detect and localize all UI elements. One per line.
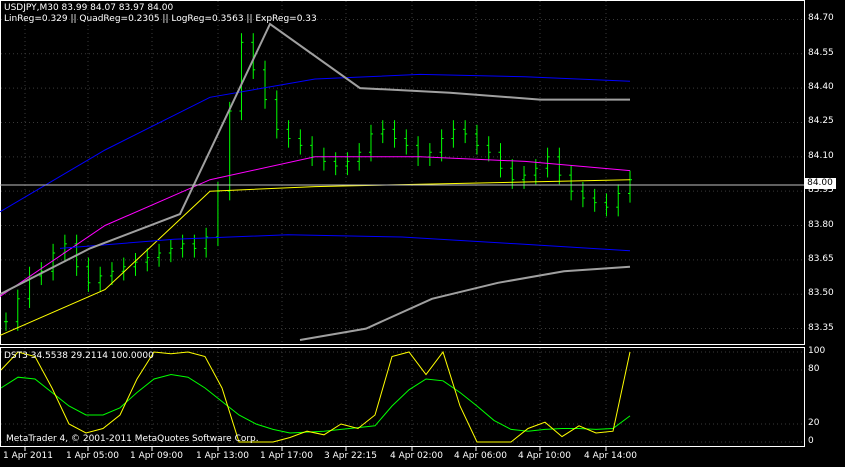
price-axis-label: 84.70 (808, 13, 834, 24)
time-axis-label: 3 Apr 22:15 (324, 451, 377, 461)
time-axis-label: 1 Apr 17:00 (260, 451, 313, 461)
trading-chart[interactable] (0, 0, 845, 467)
symbol-header: USDJPY,M30 83.99 84.07 83.97 84.00 (4, 3, 174, 13)
price-axis-label: 83.35 (808, 322, 834, 333)
price-axis-label: 83.80 (808, 219, 834, 230)
level-axis-label: 80 (808, 364, 820, 374)
subwindow-title: DST3 34.5538 29.2114 100.0000 (4, 351, 154, 361)
price-axis-label: 83.50 (808, 288, 834, 299)
time-axis-label: 4 Apr 14:00 (584, 451, 637, 461)
price-axis-label: 84.40 (808, 82, 834, 93)
level-axis-label: 100 (808, 346, 826, 356)
current-price-tag: 84.00 (804, 178, 836, 189)
time-axis-label: 4 Apr 10:00 (518, 451, 571, 461)
indicator-header: LinReg=0.329 || QuadReg=0.2305 || LogReg… (4, 14, 317, 24)
time-axis-label: 1 Apr 09:00 (130, 451, 183, 461)
level-axis-label: 0 (808, 436, 814, 446)
time-axis-label: 1 Apr 05:00 (66, 451, 119, 461)
price-axis-label: 83.65 (808, 253, 834, 264)
time-axis-label: 1 Apr 13:00 (196, 451, 249, 461)
price-axis-label: 84.25 (808, 116, 834, 127)
level-axis-label: 20 (808, 418, 820, 428)
copyright-text: MetaTrader 4, © 2001-2011 MetaQuotes Sof… (6, 434, 259, 444)
time-axis-label: 1 Apr 2011 (3, 451, 53, 461)
time-axis-label: 4 Apr 02:00 (390, 451, 443, 461)
price-axis-label: 84.10 (808, 150, 834, 161)
price-axis-label: 84.55 (808, 47, 834, 58)
time-axis-label: 4 Apr 06:00 (454, 451, 507, 461)
